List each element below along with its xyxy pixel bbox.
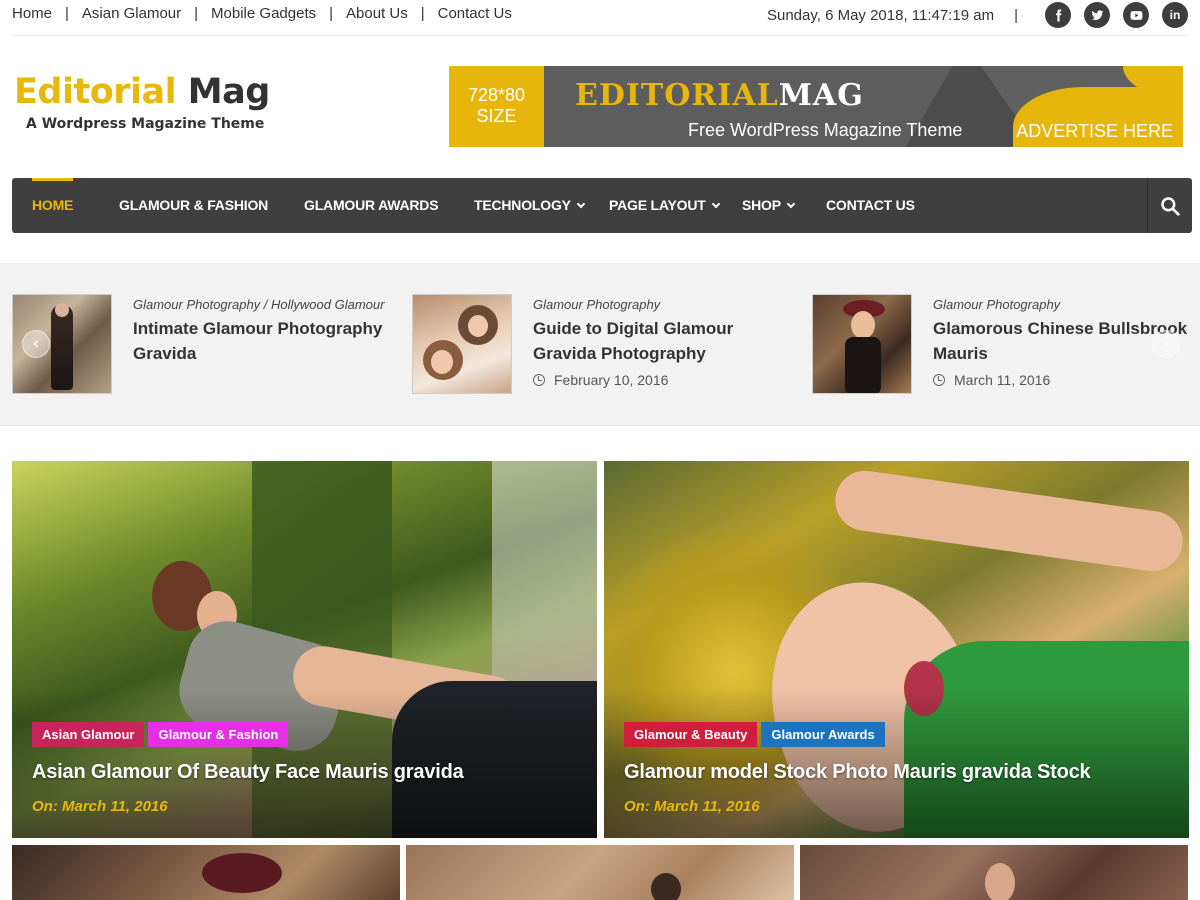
banner-title-editorial: EDITORIAL [575,78,779,113]
banner-size-line1: 728*80 [467,85,526,105]
top-link-mobile-gadgets[interactable]: Mobile Gadgets [211,5,316,22]
category-tag[interactable]: Glamour Awards [761,722,885,747]
chevron-down-icon [711,199,720,209]
category-tag[interactable]: Glamour & Fashion [148,722,289,747]
chevron-down-icon [576,199,586,209]
category-tag[interactable]: Asian Glamour [32,722,145,747]
ticker-category[interactable]: Glamour Photography [533,294,793,315]
search-button[interactable] [1147,178,1192,233]
ticker-title[interactable]: Intimate Glamour Photography Gravida [133,316,393,366]
chevron-down-icon [786,199,796,209]
post-card-image[interactable] [12,845,400,900]
ticker-thumbnail[interactable] [412,294,512,394]
nav-item-label: TECHNOLOGY [474,197,571,213]
top-link-separator: | [65,5,69,22]
featured-post[interactable]: Glamour & Beauty Glamour Awards Glamour … [604,461,1189,838]
advertisement-banner[interactable]: 728*80 SIZE EDITORIALMAG Free WordPress … [449,66,1183,147]
nav-item-technology[interactable]: TECHNOLOGY [474,178,586,233]
twitter-icon[interactable] [1084,2,1110,28]
banner-advertise-cta[interactable]: ADVERTISE HERE [1016,121,1173,142]
clock-icon [933,374,945,386]
ticker-category[interactable]: Glamour Photography [933,294,1193,315]
top-link-contact-us[interactable]: Contact Us [438,5,512,22]
featured-post[interactable]: Asian Glamour Glamour & Fashion Asian Gl… [12,461,597,838]
top-bar: Home | Asian Glamour | Mobile Gadgets | … [12,0,1188,36]
nav-item-label: SHOP [742,197,781,213]
nav-item-label: GLAMOUR AWARDS [304,197,439,213]
search-icon [1161,196,1180,216]
ticker-date: March 11, 2016 [933,372,1193,388]
top-links: Home | Asian Glamour | Mobile Gadgets | … [12,5,512,22]
featured-image-detail [831,466,1187,576]
current-datetime: Sunday, 6 May 2018, 11:47:19 am [766,6,995,24]
banner-size-box: 728*80 SIZE [449,66,544,147]
logo-word-mag: Mag [187,72,271,112]
banner-subtitle: Free WordPress Magazine Theme [688,120,963,140]
logo-word-editorial: Editorial [14,72,177,112]
ticker-item[interactable]: Glamour Photography Guide to Digital Gla… [412,294,793,394]
clock-icon [533,374,545,386]
ticker-date-text: March 11, 2016 [954,372,1051,388]
youtube-icon[interactable] [1123,2,1149,28]
ticker-title[interactable]: Guide to Digital Glamour Gravida Photogr… [533,316,793,366]
featured-date: On: March 11, 2016 [624,798,760,815]
nav-item-label: GLAMOUR & FASHION [119,197,269,213]
ticker-thumbnail[interactable] [812,294,912,394]
top-link-asian-glamour[interactable]: Asian Glamour [82,5,181,22]
nav-item-label: PAGE LAYOUT [609,197,706,213]
top-link-home[interactable]: Home [12,5,52,22]
ticker-date: February 10, 2016 [533,372,793,388]
featured-tags: Glamour & Beauty Glamour Awards [624,722,889,747]
top-link-separator: | [194,5,199,22]
banner-title-mag: MAG [778,78,864,113]
top-link-separator: | [420,5,425,22]
banner-title: EDITORIALMAG [575,78,864,113]
ticker-date-text: February 10, 2016 [554,372,669,388]
linkedin-icon[interactable]: in [1162,2,1188,28]
banner-size-line2: SIZE [476,106,517,126]
nav-item-label: HOME [32,197,74,213]
nav-item-glamour-fashion[interactable]: GLAMOUR & FASHION [119,178,268,233]
site-logo[interactable]: Editorial Mag A Wordpress Magazine Theme [14,72,270,132]
ticker-item[interactable]: Glamour Photography Glamorous Chinese Bu… [812,294,1193,394]
ticker-item[interactable]: Glamour Photography / Hollywood Glamour … [12,294,393,394]
nav-item-label: CONTACT US [826,197,915,213]
top-separator: | [1014,6,1018,24]
category-tag[interactable]: Glamour & Beauty [624,722,758,747]
logo-tagline: A Wordpress Magazine Theme [26,116,265,132]
top-link-about-us[interactable]: About Us [346,5,408,22]
nav-item-shop[interactable]: SHOP [742,178,796,233]
facebook-icon[interactable] [1045,2,1071,28]
nav-item-glamour-awards[interactable]: GLAMOUR AWARDS [304,178,439,233]
featured-tags: Asian Glamour Glamour & Fashion [32,722,292,747]
featured-date: On: March 11, 2016 [32,798,168,815]
nav-item-home[interactable]: HOME [32,178,74,233]
chevron-right-icon: › [1163,335,1169,352]
top-link-separator: | [329,5,334,22]
logo-title: Editorial Mag [14,72,270,112]
post-card-image[interactable] [800,845,1188,900]
nav-item-contact-us[interactable]: CONTACT US [826,178,915,233]
featured-title[interactable]: Asian Glamour Of Beauty Face Mauris grav… [32,761,464,784]
chevron-left-icon: ‹ [33,335,39,352]
nav-item-page-layout[interactable]: PAGE LAYOUT [609,178,720,233]
main-navigation: HOME GLAMOUR & FASHION GLAMOUR AWARDS TE… [12,178,1192,233]
post-card-image[interactable] [406,845,794,900]
ticker-next-button[interactable]: › [1152,330,1180,358]
ticker-category[interactable]: Glamour Photography / Hollywood Glamour [133,294,393,315]
featured-title[interactable]: Glamour model Stock Photo Mauris gravida… [624,761,1091,784]
top-right: Sunday, 6 May 2018, 11:47:19 am | in [767,2,1188,28]
news-ticker: Glamour Photography / Hollywood Glamour … [0,263,1200,426]
ticker-prev-button[interactable]: ‹ [22,330,50,358]
